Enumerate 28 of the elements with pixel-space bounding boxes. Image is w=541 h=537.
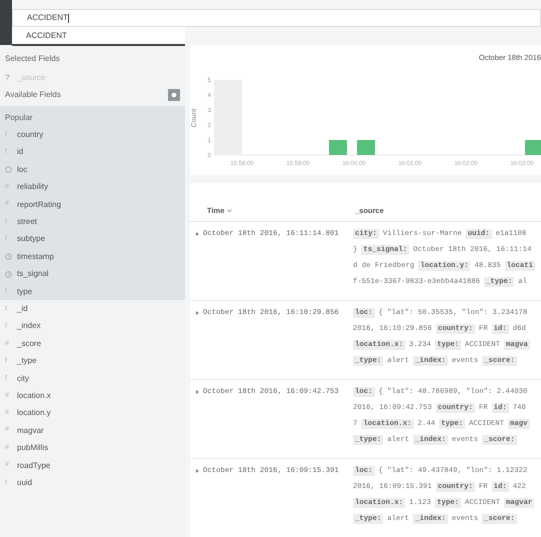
field-name[interactable]: country [17, 129, 44, 142]
field-name[interactable]: _index [17, 320, 41, 332]
field-name[interactable]: _type [17, 355, 37, 368]
suggestion-item[interactable]: ACCIDENT [12, 27, 185, 44]
field-name[interactable]: city [17, 372, 29, 385]
field-type-icon: ? [5, 72, 12, 84]
field-name[interactable]: timestamp [17, 250, 54, 263]
field-name[interactable]: subtype [17, 233, 46, 246]
field-name[interactable]: _score [17, 338, 42, 350]
field-name[interactable]: ts_signal [17, 268, 49, 280]
field-name[interactable]: _id [17, 302, 28, 315]
field-name[interactable]: street [17, 216, 38, 228]
field-name[interactable]: pubMillis [17, 442, 48, 454]
field-name[interactable]: type [17, 286, 32, 298]
field-name[interactable]: location.y [17, 407, 51, 420]
search-field[interactable]: ACCIDENT [12, 9, 541, 27]
section-title: Available Fields [5, 89, 61, 102]
field-name[interactable]: reportRating [17, 198, 62, 211]
field-name[interactable]: reliability [17, 181, 48, 194]
search-text: ACCIDENT [27, 12, 68, 24]
section-title: Selected Fields [4, 53, 61, 65]
field-name[interactable]: magvar [17, 424, 44, 437]
field-name[interactable]: id [17, 146, 24, 158]
field-name[interactable]: roadType [17, 460, 50, 472]
field-name[interactable]: uuid [17, 476, 32, 489]
field-name[interactable]: loc [17, 164, 28, 176]
section-title: Popular [5, 112, 33, 124]
field-name[interactable]: location.x [17, 390, 51, 402]
